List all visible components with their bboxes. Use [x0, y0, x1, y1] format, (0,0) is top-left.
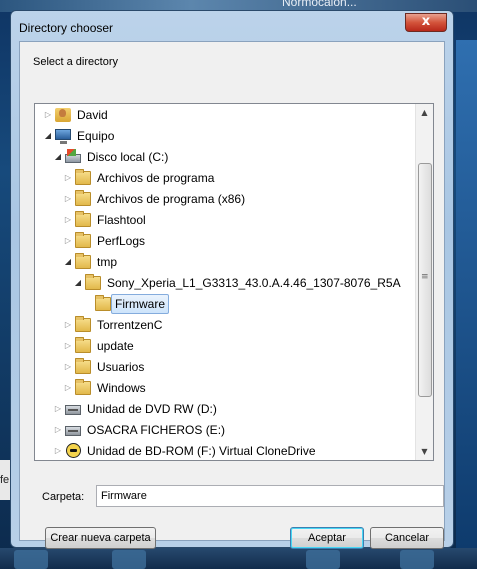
- select-directory-prompt: Select a directory: [33, 56, 118, 68]
- tree-item-label: update: [97, 339, 134, 353]
- tree-item-firmware[interactable]: Firmware: [35, 294, 417, 314]
- tree-item-label: Sony_Xperia_L1_G3313_43.0.A.4.46_1307-80…: [107, 276, 401, 290]
- tree-item-label: Usuarios: [97, 360, 145, 374]
- dialog-body: Select a directory ▷ David ◢ Equipo ◢ Di…: [19, 41, 445, 549]
- tree-item-torrentzenc[interactable]: ▷ TorrentzenC: [35, 315, 417, 335]
- dvd-drive-icon: [65, 405, 81, 415]
- tree-item-david[interactable]: ▷ David: [35, 105, 417, 125]
- expand-arrow-icon[interactable]: ▷: [63, 168, 73, 188]
- folder-field-label: Carpeta:: [42, 491, 85, 503]
- expand-arrow-icon[interactable]: ▷: [63, 315, 73, 335]
- collapse-arrow-icon[interactable]: ◢: [63, 252, 73, 272]
- folder-icon: [85, 274, 101, 290]
- tree-item-label: David: [77, 108, 108, 122]
- tree-item-sony-xperia[interactable]: ◢ Sony_Xperia_L1_G3313_43.0.A.4.46_1307-…: [35, 273, 417, 293]
- folder-icon: [75, 211, 91, 227]
- grip-icon: ≡: [421, 272, 429, 282]
- tree-item-flashtool[interactable]: ▷ Flashtool: [35, 210, 417, 230]
- tree-item-label: Firmware: [111, 294, 169, 314]
- hard-drive-icon: [65, 426, 81, 436]
- tree-item-label: TorrentzenC: [97, 318, 163, 332]
- tree-item-windows[interactable]: ▷ Windows: [35, 378, 417, 398]
- background-window-title: Normocalon...: [282, 0, 357, 9]
- folder-icon: [75, 232, 91, 248]
- tree-item-label: Unidad de DVD RW (D:): [87, 402, 217, 416]
- folder-icon: [75, 169, 91, 185]
- title-bar[interactable]: Directory chooser x: [11, 11, 453, 37]
- tree-item-label: Windows: [97, 381, 146, 395]
- taskbar-icon[interactable]: [112, 550, 146, 569]
- tree-item-usuarios[interactable]: ▷ Usuarios: [35, 357, 417, 377]
- scroll-down-arrow-icon[interactable]: ▼: [416, 443, 433, 460]
- new-folder-button[interactable]: Crear nueva carpeta: [45, 527, 156, 549]
- collapse-arrow-icon[interactable]: ◢: [73, 273, 83, 293]
- tree-item-label: tmp: [97, 255, 118, 269]
- expand-arrow-icon[interactable]: ▷: [63, 189, 73, 209]
- collapse-arrow-icon[interactable]: ◢: [43, 126, 53, 146]
- background-window-edge: [456, 40, 477, 548]
- cancel-button[interactable]: Cancelar: [370, 527, 444, 549]
- tree-item-archivos-de-programa-x86[interactable]: ▷ Archivos de programa (x86): [35, 189, 417, 209]
- collapse-arrow-icon[interactable]: ◢: [53, 147, 63, 167]
- tree-item-label: Unidad de BD-ROM (F:) Virtual CloneDrive: [87, 444, 316, 458]
- expand-arrow-icon[interactable]: ▷: [53, 441, 63, 460]
- scroll-up-arrow-icon[interactable]: ▲: [416, 104, 433, 121]
- scrollbar-thumb[interactable]: ≡: [418, 163, 432, 397]
- tree-item-bd-rom-drive[interactable]: ▷ Unidad de BD-ROM (F:) Virtual CloneDri…: [35, 441, 417, 460]
- directory-tree[interactable]: ▷ David ◢ Equipo ◢ Disco local (C:) ▷ Ar…: [34, 103, 434, 461]
- window-title: Directory chooser: [19, 21, 114, 35]
- tree-item-dvd-drive[interactable]: ▷ Unidad de DVD RW (D:): [35, 399, 417, 419]
- tree-item-archivos-de-programa[interactable]: ▷ Archivos de programa: [35, 168, 417, 188]
- expand-arrow-icon[interactable]: ▷: [53, 399, 63, 419]
- taskbar-icon[interactable]: [400, 550, 434, 569]
- directory-chooser-dialog: Directory chooser x Select a directory ▷…: [10, 10, 454, 549]
- taskbar-icon[interactable]: [306, 550, 340, 569]
- tree-item-label: OSACRA FICHEROS (E:): [87, 423, 226, 437]
- tree-item-tmp[interactable]: ◢ tmp: [35, 252, 417, 272]
- close-icon: x: [421, 14, 431, 29]
- folder-name-input[interactable]: Firmware: [96, 485, 444, 507]
- close-button[interactable]: x: [405, 13, 447, 32]
- tree-item-label: Disco local (C:): [87, 150, 169, 164]
- folder-icon: [75, 253, 91, 269]
- expand-arrow-icon[interactable]: ▷: [63, 231, 73, 251]
- tree-item-update[interactable]: ▷ update: [35, 336, 417, 356]
- expand-arrow-icon[interactable]: ▷: [63, 378, 73, 398]
- taskbar-icon[interactable]: [14, 550, 48, 569]
- tree-item-perflogs[interactable]: ▷ PerfLogs: [35, 231, 417, 251]
- vertical-scrollbar[interactable]: ▲ ≡ ▼: [415, 104, 433, 460]
- folder-icon: [75, 337, 91, 353]
- user-folder-icon: [55, 108, 71, 122]
- windows-disk-icon: [65, 149, 81, 163]
- expand-arrow-icon[interactable]: ▷: [53, 420, 63, 440]
- tree-item-label: Flashtool: [97, 213, 146, 227]
- folder-icon: [75, 190, 91, 206]
- expand-arrow-icon[interactable]: ▷: [63, 357, 73, 377]
- tree-item-label: Archivos de programa: [97, 171, 215, 185]
- accept-button[interactable]: Aceptar: [290, 527, 364, 549]
- tree-item-label: Equipo: [77, 129, 115, 143]
- computer-icon: [55, 129, 71, 144]
- tree-item-disco-local[interactable]: ◢ Disco local (C:): [35, 147, 417, 167]
- tree-item-label: Archivos de programa (x86): [97, 192, 246, 206]
- folder-icon: [75, 358, 91, 374]
- expand-arrow-icon[interactable]: ▷: [63, 336, 73, 356]
- folder-icon: [75, 379, 91, 395]
- folder-icon: [75, 316, 91, 332]
- expand-arrow-icon[interactable]: ▷: [63, 210, 73, 230]
- folder-icon: [95, 295, 111, 311]
- tree-item-equipo[interactable]: ◢ Equipo: [35, 126, 417, 146]
- tree-item-label: PerfLogs: [97, 234, 146, 248]
- expand-arrow-icon[interactable]: ▷: [43, 105, 53, 125]
- background-left-text: fe: [0, 474, 10, 486]
- clonedrive-icon: [66, 443, 81, 458]
- tree-item-osacra-drive[interactable]: ▷ OSACRA FICHEROS (E:): [35, 420, 417, 440]
